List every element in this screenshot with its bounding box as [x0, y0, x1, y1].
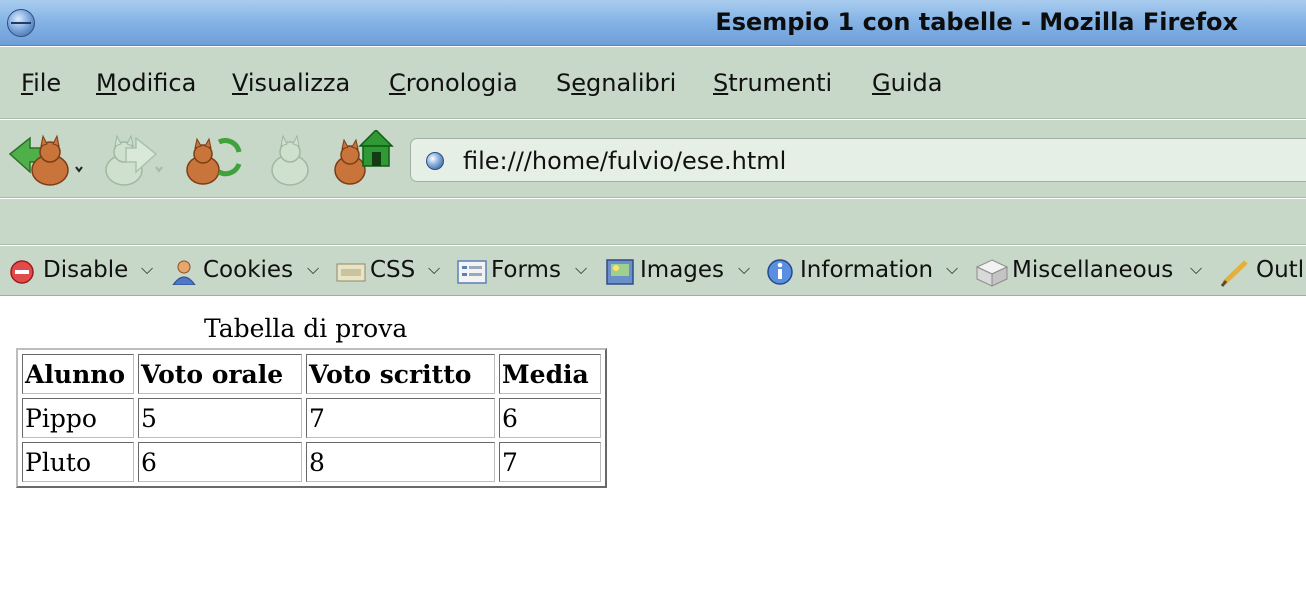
table-cell: 8: [306, 442, 495, 482]
window-menu-icon[interactable]: [7, 9, 35, 37]
forward-icon: [105, 134, 163, 186]
data-table: Alunno Voto orale Voto scritto Media Pip…: [16, 348, 607, 488]
chevron-down-icon: ⌵: [738, 259, 751, 278]
menu-bar: File Modifica Visualizza Cronologia Segn…: [0, 47, 1306, 119]
table-cell: 7: [306, 398, 495, 438]
stop-icon: [271, 134, 309, 186]
dev-information[interactable]: Information ⌵: [766, 257, 966, 287]
chevron-down-icon: ⌵: [575, 259, 588, 278]
table-cell: Pluto: [22, 442, 134, 482]
chevron-down-icon: ⌵: [141, 259, 154, 278]
bookmarks-toolbar: [0, 199, 1306, 245]
column-header: Voto scritto: [306, 354, 495, 394]
outline-icon: [1220, 260, 1248, 287]
dev-cookies[interactable]: Cookies ⌵: [170, 257, 330, 287]
dev-css-label: CSS: [370, 257, 416, 283]
reload-button[interactable]: [183, 130, 243, 188]
dev-disable[interactable]: Disable ⌵: [9, 257, 159, 287]
url-text: file:///home/fulvio/ese.html: [463, 147, 787, 175]
table-cell: 6: [499, 398, 601, 438]
chevron-down-icon: ⌵: [946, 259, 959, 278]
dev-forms-label: Forms: [491, 257, 561, 283]
dev-outline-label: Outl: [1256, 257, 1305, 283]
menu-file[interactable]: File: [21, 69, 61, 97]
menu-strumenti[interactable]: Strumenti: [713, 69, 832, 97]
table-row: Pippo 5 7 6: [22, 398, 601, 438]
column-header: Alunno: [22, 354, 134, 394]
dev-cookies-label: Cookies: [203, 257, 294, 283]
forward-button[interactable]: [98, 130, 176, 188]
home-icon: [334, 130, 394, 185]
dev-images-label: Images: [640, 257, 725, 283]
dev-outline[interactable]: Outl: [1220, 257, 1306, 287]
menu-segnalibri[interactable]: Segnalibri: [556, 69, 676, 97]
table-cell: 6: [138, 442, 302, 482]
table-header-row: Alunno Voto orale Voto scritto Media: [22, 354, 601, 394]
images-icon: [606, 259, 634, 285]
reload-icon: [186, 137, 242, 185]
url-bar[interactable]: file:///home/fulvio/ese.html: [410, 138, 1306, 182]
chevron-down-icon: ⌵: [1190, 259, 1203, 278]
menu-visualizza[interactable]: Visualizza: [232, 69, 350, 97]
table-cell: Pippo: [22, 398, 134, 438]
navigation-toolbar: file:///home/fulvio/ese.html: [0, 120, 1306, 198]
menu-modifica[interactable]: Modifica: [96, 69, 196, 97]
miscellaneous-icon: [976, 259, 1009, 287]
chevron-down-icon: ⌵: [307, 259, 320, 278]
menu-guida[interactable]: Guida: [872, 69, 942, 97]
table-caption: Tabella di prova: [204, 314, 408, 343]
dev-forms[interactable]: Forms ⌵: [457, 257, 597, 287]
dev-miscellaneous[interactable]: Miscellaneous ⌵: [976, 257, 1212, 287]
chevron-down-icon: ⌵: [428, 259, 441, 278]
cookies-icon: [172, 260, 196, 285]
css-icon: [336, 263, 366, 282]
disable-icon: [10, 260, 34, 284]
web-developer-toolbar: Disable ⌵ Cookies ⌵ CSS ⌵ Forms ⌵ Images…: [0, 246, 1306, 296]
column-header: Media: [499, 354, 601, 394]
dev-images[interactable]: Images ⌵: [606, 257, 756, 287]
page-content: Tabella di prova Alunno Voto orale Voto …: [0, 297, 1306, 595]
table-cell: 5: [138, 398, 302, 438]
table-row: Pluto 6 8 7: [22, 442, 601, 482]
back-button[interactable]: [8, 130, 88, 188]
forms-icon: [457, 260, 487, 284]
window-title: Esempio 1 con tabelle - Mozilla Firefox: [715, 8, 1238, 36]
dev-miscellaneous-label: Miscellaneous: [1012, 257, 1174, 283]
dev-disable-label: Disable: [43, 257, 129, 283]
dev-css[interactable]: CSS ⌵: [336, 257, 451, 287]
column-header: Voto orale: [138, 354, 302, 394]
information-icon: [767, 259, 793, 285]
table-cell: 7: [499, 442, 601, 482]
dev-information-label: Information: [800, 257, 934, 283]
back-icon: [8, 134, 83, 186]
title-bar: Esempio 1 con tabelle - Mozilla Firefox: [0, 0, 1306, 46]
menu-cronologia[interactable]: Cronologia: [389, 69, 518, 97]
globe-icon: [426, 152, 444, 170]
home-button[interactable]: [332, 130, 394, 188]
stop-button[interactable]: [262, 130, 322, 188]
